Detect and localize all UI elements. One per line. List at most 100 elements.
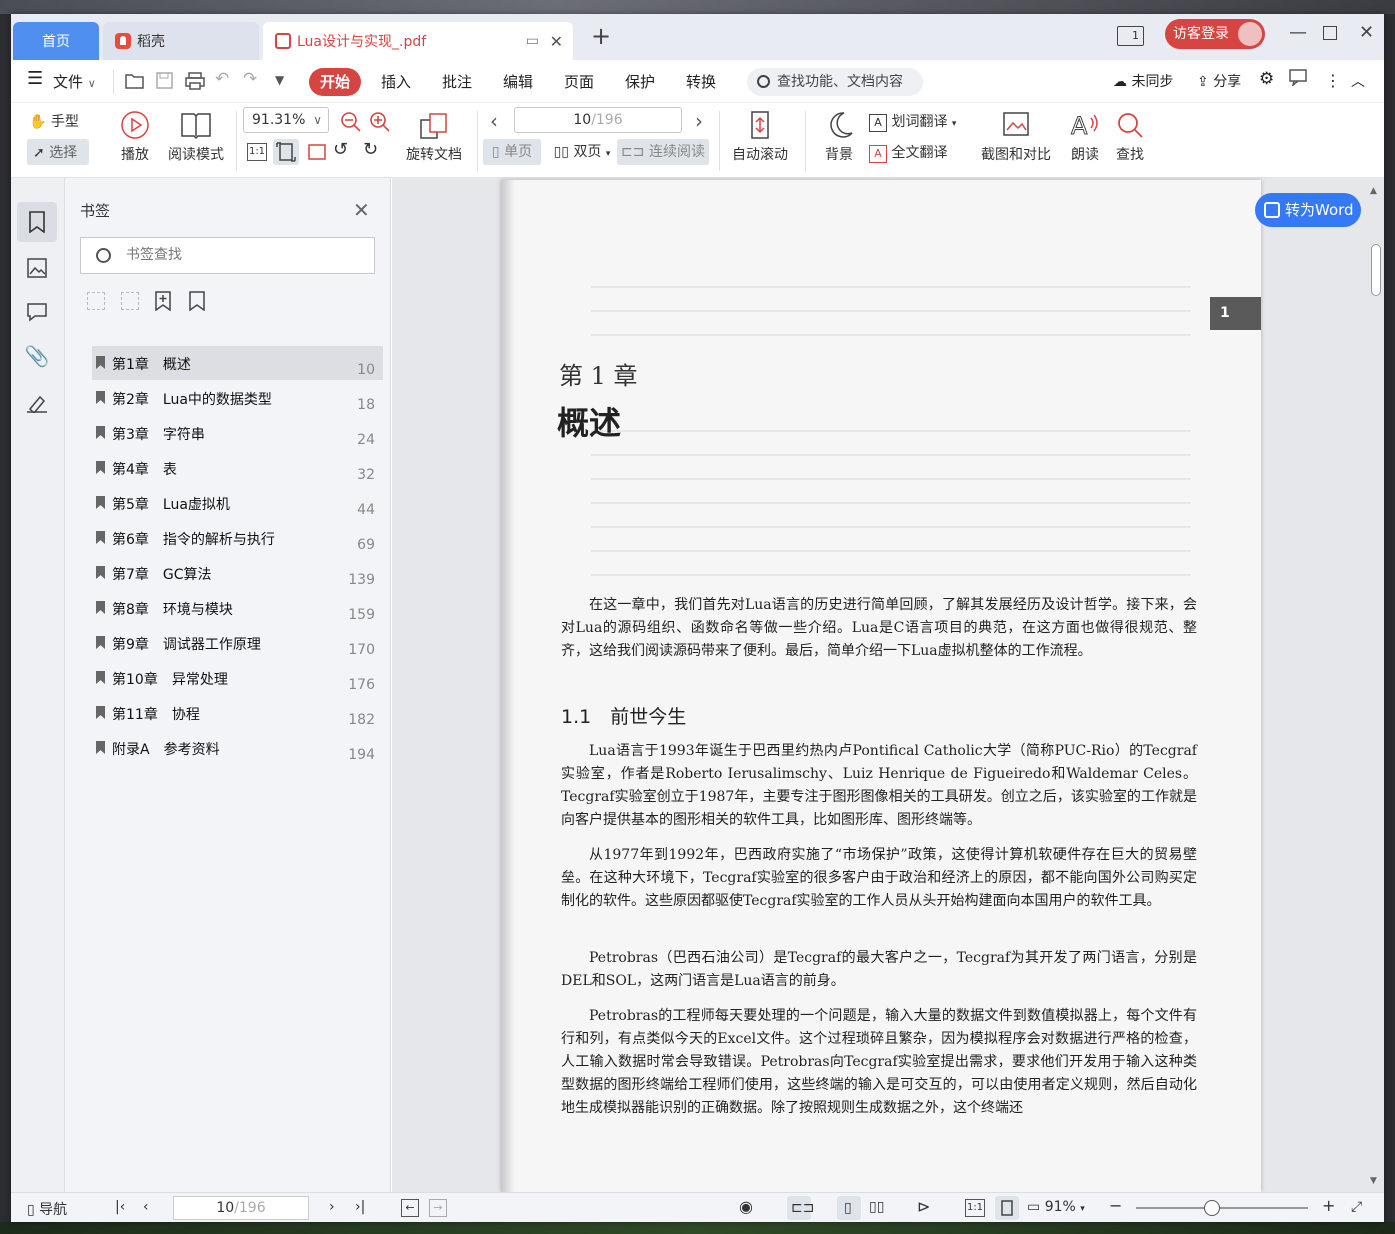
print-icon[interactable] bbox=[185, 72, 205, 90]
zoom-slider-knob[interactable] bbox=[1204, 1200, 1220, 1216]
read-aloud-button[interactable]: A 朗读 bbox=[1067, 110, 1103, 164]
reading-mode-button[interactable]: 阅读模式 bbox=[164, 110, 228, 164]
next-page-icon[interactable]: › bbox=[329, 1199, 335, 1215]
fit-width-button[interactable] bbox=[304, 139, 330, 165]
back-icon[interactable]: ← bbox=[401, 1199, 419, 1217]
continuous-reading-button[interactable]: ⊏⊐ 连续阅读 bbox=[617, 139, 709, 165]
fit-page-button[interactable] bbox=[995, 1196, 1019, 1220]
bookmark-item[interactable]: 第7章 GC算法 139 bbox=[92, 556, 383, 590]
collapse-all-icon[interactable] bbox=[121, 292, 139, 310]
vertical-scrollbar-thumb[interactable] bbox=[1371, 244, 1381, 296]
comment-icon[interactable] bbox=[1289, 68, 1307, 90]
last-page-icon[interactable]: ›| bbox=[355, 1199, 365, 1215]
bookmark-item[interactable]: 第9章 调试器工作原理 170 bbox=[92, 626, 383, 660]
settings-gear-icon[interactable]: ⚙ bbox=[1259, 69, 1274, 89]
bookmark-item[interactable]: 第11章 协程 182 bbox=[92, 696, 383, 730]
status-page-input[interactable]: 10/196 bbox=[173, 1196, 309, 1220]
tab-annotate[interactable]: 批注 bbox=[442, 71, 472, 92]
rotate-left-icon[interactable]: ↺ bbox=[333, 139, 348, 160]
thumbnail-panel-button[interactable] bbox=[17, 248, 57, 288]
first-page-icon[interactable]: |‹ bbox=[115, 1199, 125, 1215]
single-mode-button[interactable]: ▯ bbox=[837, 1196, 861, 1220]
bookmark-item[interactable]: 第6章 指令的解析与执行 69 bbox=[92, 521, 383, 555]
undo-icon[interactable]: ↶ bbox=[215, 69, 229, 89]
document-viewport[interactable]: 第 1 章 概述 在这一章中，我们首先对Lua语言的历史进行简单回顾，了解其发展… bbox=[392, 178, 1384, 1192]
tab-start[interactable]: 开始 bbox=[309, 68, 361, 96]
window-layout-button[interactable]: 1 bbox=[1117, 26, 1144, 46]
bookmark-item[interactable]: 第1章 概述 10 bbox=[92, 346, 383, 380]
tab-protect[interactable]: 保护 bbox=[625, 71, 655, 92]
bookmark-item[interactable]: 第5章 Lua虚拟机 44 bbox=[92, 486, 383, 520]
tab-insert[interactable]: 插入 bbox=[381, 71, 411, 92]
close-window-icon[interactable]: ✕ bbox=[1359, 22, 1374, 43]
rotate-right-icon[interactable]: ↻ bbox=[363, 139, 378, 160]
screenshot-compare-button[interactable]: 截图和对比 bbox=[976, 110, 1056, 164]
hand-tool-button[interactable]: ✋ 手型 bbox=[29, 111, 79, 131]
bookmark-item[interactable]: 第10章 异常处理 176 bbox=[92, 661, 383, 695]
forward-icon[interactable]: → bbox=[429, 1199, 447, 1217]
tab-edit[interactable]: 编辑 bbox=[503, 71, 533, 92]
tab-page[interactable]: 页面 bbox=[564, 71, 594, 92]
tab-daoke[interactable]: 稻壳 bbox=[103, 22, 259, 60]
rotate-document-button[interactable]: 旋转文档 bbox=[403, 110, 465, 164]
expand-all-icon[interactable] bbox=[87, 292, 105, 310]
bookmark-item[interactable]: 第2章 Lua中的数据类型 18 bbox=[92, 381, 383, 415]
tab-document[interactable]: Lua设计与实现_.pdf ▭ ✕ bbox=[263, 22, 573, 60]
zoom-dropdown[interactable]: ▭ 91% ▾ bbox=[1027, 1199, 1085, 1215]
double-page-icon[interactable]: ▯▯ bbox=[869, 1199, 884, 1215]
file-menu[interactable]: 文件 ∨ bbox=[53, 71, 96, 92]
comments-panel-button[interactable] bbox=[17, 292, 57, 332]
prev-page-icon[interactable]: ‹ bbox=[143, 1199, 149, 1215]
actual-size-button[interactable]: 1:1 bbox=[247, 143, 267, 161]
continuous-mode-button[interactable]: ⊏⊐ bbox=[787, 1196, 814, 1220]
fit-page-button[interactable] bbox=[273, 139, 299, 165]
save-icon[interactable] bbox=[156, 72, 174, 90]
open-folder-icon[interactable] bbox=[125, 72, 145, 90]
bookmark-panel-button[interactable] bbox=[17, 202, 57, 242]
signature-panel-button[interactable] bbox=[17, 382, 57, 422]
hamburger-menu-icon[interactable]: ☰ bbox=[27, 68, 43, 89]
zoom-select[interactable]: 91.31% ∨ bbox=[243, 107, 329, 133]
bookmark-item[interactable]: 第3章 字符串 24 bbox=[92, 416, 383, 450]
zoom-in-icon[interactable]: + bbox=[1322, 1196, 1335, 1215]
word-translate-button[interactable]: A 划词翻译 ▾ bbox=[869, 111, 956, 132]
prev-page-icon[interactable]: ‹ bbox=[490, 109, 498, 133]
bookmark-search-input[interactable]: 书签查找 bbox=[80, 237, 375, 274]
next-page-icon[interactable]: › bbox=[695, 109, 703, 133]
tab-convert[interactable]: 转换 bbox=[686, 71, 716, 92]
close-tab-icon[interactable]: ✕ bbox=[550, 32, 563, 51]
background-button[interactable]: 背景 bbox=[817, 110, 861, 164]
new-tab-button[interactable]: + bbox=[591, 24, 611, 48]
find-button[interactable]: 查找 bbox=[1113, 110, 1147, 164]
bookmark-outline-icon[interactable] bbox=[189, 291, 205, 311]
share-button[interactable]: ⇪ 分享 bbox=[1197, 71, 1241, 91]
select-tool-button[interactable]: ➚ 选择 bbox=[27, 139, 89, 165]
bookmark-item[interactable]: 第4章 表 32 bbox=[92, 451, 383, 485]
scroll-up-arrow-icon[interactable]: ▲ bbox=[1370, 186, 1377, 196]
auto-scroll-button[interactable]: 自动滚动 bbox=[723, 110, 797, 164]
play-button[interactable]: 播放 bbox=[115, 110, 155, 164]
play-icon[interactable]: ⊳ bbox=[917, 1197, 930, 1216]
bookmark-item[interactable]: 第8章 环境与模块 159 bbox=[92, 591, 383, 625]
close-sidebar-icon[interactable]: ✕ bbox=[353, 198, 370, 222]
bookmark-item[interactable]: 附录A 参考资料 194 bbox=[92, 731, 383, 765]
more-dropdown-icon[interactable]: ▼ bbox=[275, 73, 284, 87]
collapse-ribbon-icon[interactable]: ︿ bbox=[1351, 71, 1365, 91]
zoom-out-icon[interactable]: − bbox=[1109, 1196, 1122, 1215]
zoom-slider[interactable] bbox=[1136, 1200, 1308, 1216]
actual-size-button[interactable]: 1:1 bbox=[965, 1199, 985, 1217]
eye-protection-icon[interactable]: ◉ bbox=[739, 1197, 753, 1216]
convert-to-word-button[interactable]: 转为Word bbox=[1255, 193, 1361, 227]
attachment-panel-button[interactable]: 📎 bbox=[17, 336, 57, 376]
monitor-icon[interactable]: ▭ bbox=[526, 33, 539, 49]
maximize-icon[interactable] bbox=[1323, 26, 1337, 40]
page-tab-marker[interactable]: 1 bbox=[1210, 297, 1261, 330]
full-translate-button[interactable]: A 全文翻译 bbox=[869, 142, 947, 163]
redo-icon[interactable]: ↷ bbox=[243, 69, 257, 89]
visitor-login-button[interactable]: 访客登录 bbox=[1165, 19, 1265, 49]
minimize-icon[interactable]: — bbox=[1289, 22, 1307, 43]
navigation-toggle[interactable]: ▯ 导航 bbox=[27, 1199, 67, 1219]
scroll-down-arrow-icon[interactable]: ▼ bbox=[1370, 1176, 1377, 1186]
zoom-out-icon[interactable] bbox=[340, 111, 362, 133]
fullscreen-icon[interactable]: ⤢ bbox=[1351, 1199, 1362, 1215]
